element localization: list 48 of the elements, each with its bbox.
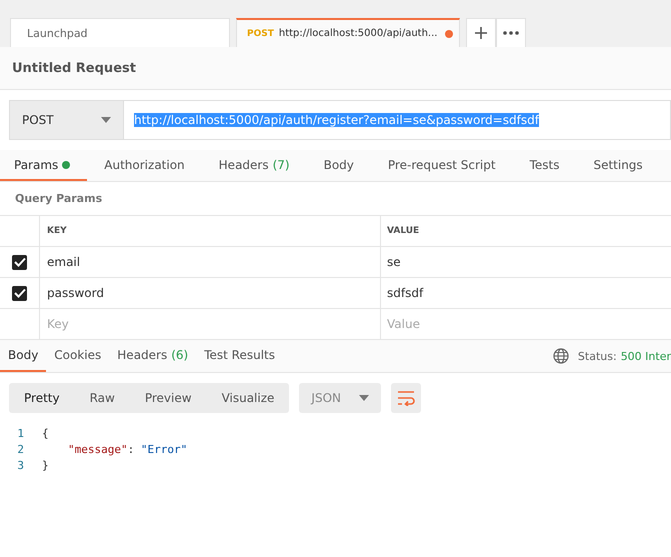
request-section-tab[interactable]: Authorization — [87, 150, 202, 181]
section-title: Query Params — [15, 192, 102, 205]
request-title: Untitled Request — [12, 60, 136, 76]
line-number: 3 — [16, 458, 25, 472]
response-tab[interactable]: Headers (6) — [109, 340, 196, 372]
status-label: Status: — [578, 350, 617, 362]
plus-icon — [474, 26, 488, 40]
column-header: KEY — [47, 226, 67, 236]
request-section-tab[interactable]: Pre-request Script — [370, 150, 513, 181]
tab-title: http://localhost:5000/api/auth... — [278, 28, 438, 39]
view-mode-button[interactable]: Raw — [74, 383, 130, 413]
caret-icon — [358, 395, 369, 401]
code-line: { — [42, 426, 49, 440]
view-mode-button[interactable]: Visualize — [206, 383, 290, 413]
response-tab[interactable]: Cookies — [46, 340, 110, 372]
request-section-tab[interactable]: Body — [306, 150, 371, 181]
wrap-icon — [396, 390, 415, 406]
request-section-tab[interactable]: Settings — [576, 150, 660, 181]
response-tab[interactable]: Body — [0, 340, 46, 372]
table-cell: se — [387, 255, 401, 269]
column-header: VALUE — [387, 226, 420, 236]
new-tab-button[interactable] — [466, 18, 496, 47]
caret-icon — [101, 117, 111, 123]
table-cell: password — [47, 286, 104, 300]
code-line: "message": "Error" — [67, 442, 188, 456]
checkbox[interactable] — [12, 254, 27, 270]
view-mode-button[interactable]: Pretty — [9, 383, 75, 413]
checkbox[interactable] — [12, 286, 27, 300]
more-button[interactable] — [496, 18, 526, 47]
request-section-tab[interactable]: Headers (7) — [202, 150, 307, 181]
method-label: POST — [247, 28, 274, 38]
request-tab[interactable]: Launchpad — [10, 18, 230, 47]
globe-icon[interactable] — [552, 348, 569, 364]
status-value: 500 Inter — [620, 350, 671, 362]
method-dropdown[interactable]: POST — [9, 100, 124, 140]
request-section-tab[interactable]: Tests — [512, 150, 576, 181]
response-tab[interactable]: Test Results — [196, 340, 284, 372]
wrap-lines-button[interactable] — [390, 383, 421, 413]
more-icon — [503, 31, 519, 35]
request-section-tab[interactable]: Params — [0, 150, 88, 181]
table-cell: sdfsdf — [387, 286, 424, 300]
table-cell: email — [47, 255, 80, 269]
tab-title: Launchpad — [27, 26, 88, 40]
view-mode-button[interactable]: Preview — [130, 383, 207, 413]
code-line: } — [42, 458, 49, 472]
request-tab[interactable]: POST http://localhost:5000/api/auth... — [236, 18, 460, 47]
line-number: 1 — [16, 426, 25, 440]
line-number: 2 — [16, 442, 25, 456]
